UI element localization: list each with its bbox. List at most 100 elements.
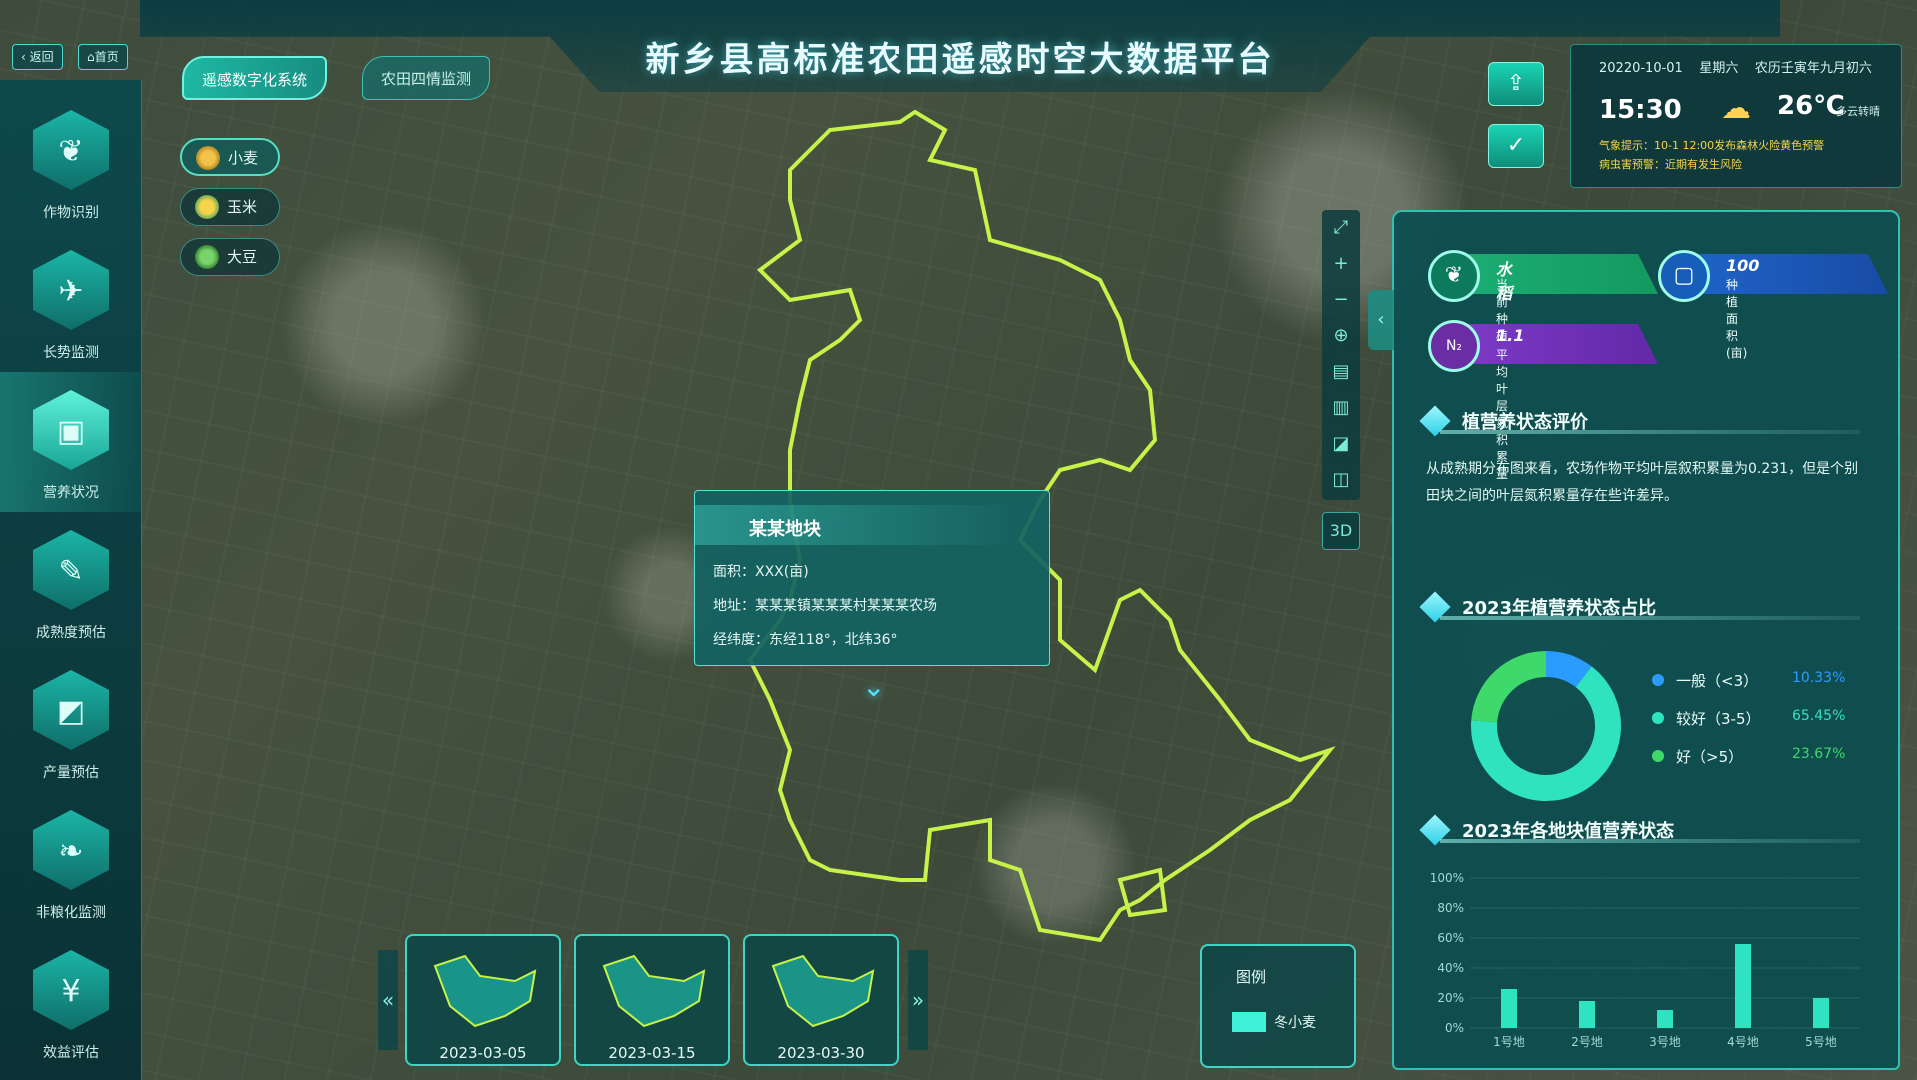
sidebar-item-label: 效益评估 bbox=[43, 1045, 99, 1061]
wheat-icon bbox=[196, 146, 220, 170]
thumb-map-image bbox=[602, 954, 706, 1028]
legend-swatch bbox=[1232, 1012, 1266, 1032]
money-bag-icon: ¥ bbox=[33, 950, 109, 1030]
3d-toggle-button[interactable]: 3D bbox=[1322, 512, 1360, 550]
split-view-icon[interactable]: ◫ bbox=[1322, 462, 1360, 498]
nutrition-donut-chart bbox=[1471, 651, 1621, 801]
stat-bar bbox=[1458, 254, 1658, 294]
home-button[interactable]: ⌂首页 bbox=[78, 44, 128, 70]
fullscreen-icon[interactable]: ⤢ bbox=[1322, 210, 1360, 246]
crop-chip-wheat[interactable]: 小麦 bbox=[180, 138, 280, 176]
back-button[interactable]: ‹ 返回 bbox=[12, 44, 63, 70]
thumb-date: 2023-03-30 bbox=[777, 1044, 865, 1062]
partly-cloudy-icon: ☁ bbox=[1721, 91, 1751, 126]
panel-collapse-button[interactable]: ‹ bbox=[1368, 290, 1394, 350]
timeline-thumb[interactable]: 2023-03-30 bbox=[743, 934, 899, 1066]
sidebar-item-benefit[interactable]: ¥ 效益评估 bbox=[0, 932, 142, 1072]
sidebar-item-maturity[interactable]: ✎ 成熟度预估 bbox=[0, 512, 142, 652]
thumb-date: 2023-03-15 bbox=[608, 1044, 696, 1062]
weather-panel: 20220-10-01 星期六 农历壬寅年九月初六 15:30 ☁ 26℃ 多云… bbox=[1570, 44, 1902, 188]
x-tick-label: 1号地 bbox=[1493, 1035, 1525, 1049]
home-label: 首页 bbox=[94, 50, 119, 64]
stat-value: 100 bbox=[1726, 256, 1760, 275]
sidebar-item-growth[interactable]: ✈ 长势监测 bbox=[0, 232, 142, 372]
section-divider bbox=[1440, 616, 1860, 620]
section-header-eval: 植营养状态评价 bbox=[1419, 404, 1866, 437]
sidebar-item-crop-identify[interactable]: ❦ 作物识别 bbox=[0, 92, 142, 232]
popup-address: 地址：某某某镇某某某村某某某农场 bbox=[713, 598, 937, 614]
clipboard-check-icon: ✓ bbox=[1506, 133, 1526, 158]
sidebar-item-label: 非粮化监测 bbox=[36, 905, 106, 921]
location-marker-icon[interactable]: ⌄ bbox=[862, 670, 885, 703]
back-label: 返回 bbox=[29, 50, 54, 64]
sidebar-item-label: 成熟度预估 bbox=[36, 625, 106, 641]
weather-time: 15:30 bbox=[1599, 95, 1682, 125]
corn-icon bbox=[195, 195, 219, 219]
legend-title: 图例 bbox=[1236, 968, 1267, 986]
bar-3 bbox=[1735, 944, 1751, 1028]
thumb-prev-button[interactable]: « bbox=[378, 950, 398, 1050]
crop-label: 大豆 bbox=[227, 248, 258, 266]
weather-condition: 多云转晴 bbox=[1836, 105, 1880, 118]
timeline-thumb[interactable]: 2023-03-05 bbox=[405, 934, 561, 1066]
map-legend: 图例 冬小麦 bbox=[1200, 944, 1356, 1068]
zoom-in-icon[interactable]: + bbox=[1322, 246, 1360, 282]
trend-icon[interactable]: ◪ bbox=[1322, 426, 1360, 462]
cloud-upload-icon: ⇪ bbox=[1506, 71, 1526, 96]
y-tick-label: 100% bbox=[1430, 871, 1464, 885]
stat-value: 1.1 bbox=[1496, 326, 1525, 345]
app-root: 新乡县高标准农田遥感时空大数据平台 ‹ 返回 ⌂首页 遥感数字化系统 农田四情监… bbox=[0, 0, 1917, 1080]
x-tick-label: 4号地 bbox=[1727, 1035, 1759, 1049]
satellite-icon: ✈ bbox=[33, 250, 109, 330]
stat-label: 种植面积(亩) bbox=[1726, 278, 1748, 360]
x-tick-label: 5号地 bbox=[1805, 1035, 1837, 1049]
weather-tip: 气象提示：10-1 12:00发布森林火险黄色预警 bbox=[1599, 139, 1825, 152]
chevron-left-icon: ‹ bbox=[21, 50, 26, 64]
legend-percent: 10.33% bbox=[1792, 670, 1846, 686]
tab-remote-sensing[interactable]: 遥感数字化系统 bbox=[182, 56, 328, 100]
bar-0 bbox=[1501, 989, 1517, 1028]
soybean-icon bbox=[195, 245, 219, 269]
bar-2 bbox=[1657, 1010, 1673, 1028]
checklist-button[interactable]: ✓ bbox=[1488, 124, 1544, 168]
sidebar-item-label: 营养状况 bbox=[43, 485, 99, 501]
sidebar-item-non-grain[interactable]: ❧ 非粮化监测 bbox=[0, 792, 142, 932]
sidebar-item-nutrition[interactable]: ▣ 营养状况 bbox=[0, 372, 142, 512]
donut-slice-0 bbox=[1545, 651, 1592, 688]
donut-legend-item: 一般（<3） 10.33% bbox=[1652, 670, 1852, 690]
popup-title: 某某地块 bbox=[749, 519, 821, 540]
weather-date-line: 20220-10-01 星期六 农历壬寅年九月初六 bbox=[1599, 57, 1872, 76]
area-frame-icon: ▢ bbox=[1658, 250, 1710, 302]
zoom-out-icon[interactable]: − bbox=[1322, 282, 1360, 318]
sidebar-item-label: 长势监测 bbox=[43, 345, 99, 361]
popup-coordinates: 经纬度：东经118°，北纬36° bbox=[713, 632, 898, 648]
thumb-date: 2023-03-05 bbox=[439, 1044, 527, 1062]
donut-legend-item: 较好（3-5） 65.45% bbox=[1652, 708, 1852, 728]
legend-label: 冬小麦 bbox=[1274, 1015, 1316, 1031]
nutrition-icon: ▣ bbox=[33, 390, 109, 470]
locate-icon[interactable]: ⊕ bbox=[1322, 318, 1360, 354]
page-title: 新乡县高标准农田遥感时空大数据平台 bbox=[645, 40, 1275, 80]
legend-dot bbox=[1652, 712, 1664, 724]
popup-area: 面积：XXX(亩) bbox=[713, 564, 809, 580]
map-layer-icon[interactable]: ▥ bbox=[1322, 390, 1360, 426]
sprout-icon: ❦ bbox=[33, 110, 109, 190]
timeline-thumb[interactable]: 2023-03-15 bbox=[574, 934, 730, 1066]
legend-percent: 65.45% bbox=[1792, 708, 1846, 724]
weather-lunar: 农历壬寅年九月初六 bbox=[1754, 61, 1872, 76]
sidebar-item-yield[interactable]: ◩ 产量预估 bbox=[0, 652, 142, 792]
tab-farm-monitoring[interactable]: 农田四情监测 bbox=[362, 56, 491, 100]
boundary-enclave bbox=[1117, 867, 1168, 918]
popup-header bbox=[695, 505, 1025, 545]
legend-name: 好（>5） bbox=[1676, 748, 1744, 766]
chevron-left-icon: ‹ bbox=[1377, 309, 1385, 330]
crop-chip-soybean[interactable]: 大豆 bbox=[180, 238, 280, 276]
crop-chip-corn[interactable]: 玉米 bbox=[180, 188, 280, 226]
tag-icon: ✎ bbox=[33, 530, 109, 610]
thumb-next-button[interactable]: » bbox=[908, 950, 928, 1050]
y-tick-label: 20% bbox=[1437, 991, 1464, 1005]
upload-button[interactable]: ⇪ bbox=[1488, 62, 1544, 106]
ruler-icon[interactable]: ▤ bbox=[1322, 354, 1360, 390]
y-tick-label: 60% bbox=[1437, 931, 1464, 945]
x-tick-label: 2号地 bbox=[1571, 1035, 1603, 1049]
